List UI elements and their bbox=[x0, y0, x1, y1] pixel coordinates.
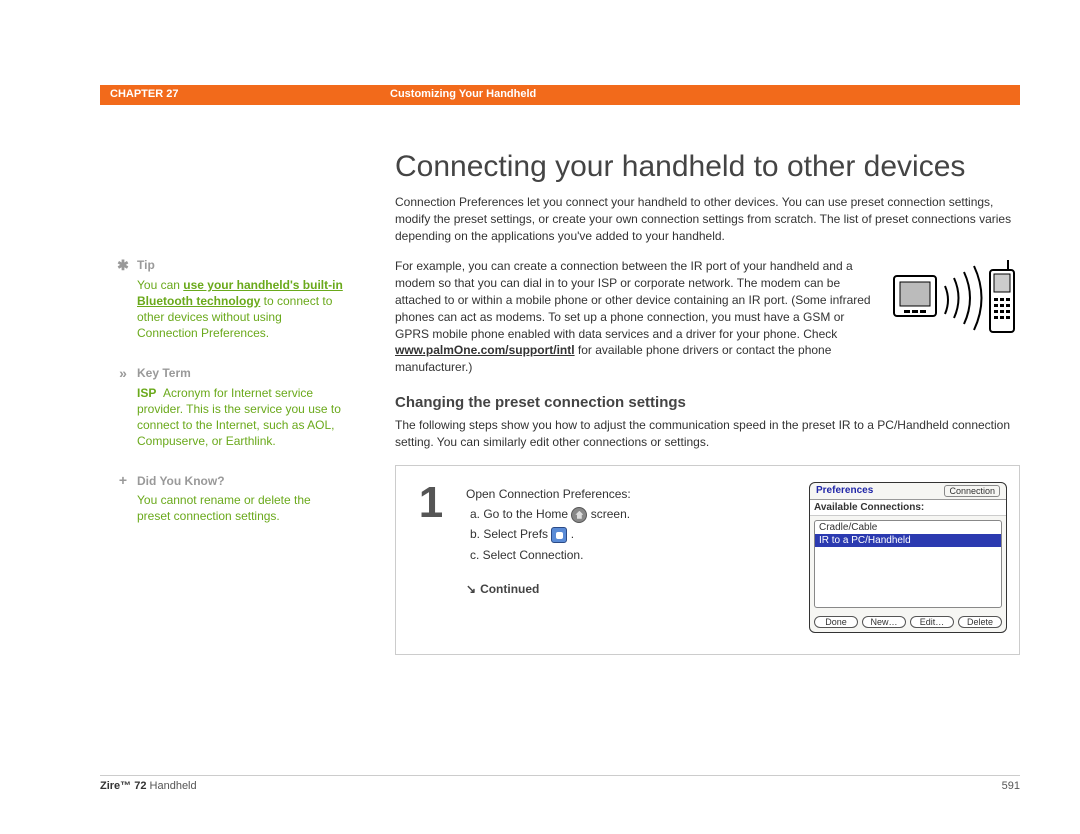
product-rest: Handheld bbox=[146, 780, 196, 792]
palm-titlebar: Preferences Connection bbox=[810, 483, 1006, 500]
step-instructions: Open Connection Preferences: a. Go to th… bbox=[466, 466, 809, 654]
keyterm-heading-label: Key Term bbox=[137, 365, 191, 381]
section-heading: Changing the preset connection settings bbox=[395, 394, 1020, 411]
chapter-header: CHAPTER 27 Customizing Your Handheld bbox=[100, 85, 1020, 105]
step-b: b. Select Prefs . bbox=[470, 524, 795, 544]
dyk-heading-label: Did You Know? bbox=[137, 473, 225, 489]
list-item-selected[interactable]: IR to a PC/Handheld bbox=[815, 534, 1001, 547]
example-paragraph: For example, you can create a connection… bbox=[395, 258, 872, 376]
page-footer: Zire™ 72 Handheld 591 bbox=[100, 775, 1020, 792]
step-number: 1 bbox=[396, 466, 466, 654]
plus-icon: + bbox=[115, 471, 131, 490]
intro-paragraph: Connection Preferences let you connect y… bbox=[395, 194, 1020, 244]
new-button[interactable]: New… bbox=[862, 616, 906, 628]
palm-screenshot: Preferences Connection Available Connect… bbox=[809, 466, 1019, 654]
step-lead: Open Connection Preferences: bbox=[466, 484, 795, 504]
tip-heading: ✱ Tip bbox=[115, 256, 345, 275]
done-button[interactable]: Done bbox=[814, 616, 858, 628]
dyk-body: You cannot rename or delete the preset c… bbox=[137, 492, 345, 524]
continued-text: Continued bbox=[480, 582, 539, 596]
palmone-link[interactable]: www.palmOne.com/support/intl bbox=[395, 343, 575, 357]
tip-body: You can use your handheld's built-in Blu… bbox=[137, 277, 345, 342]
product-name: Zire™ 72 Handheld bbox=[100, 780, 197, 792]
palm-connection-list[interactable]: Cradle/Cable IR to a PC/Handheld bbox=[814, 520, 1002, 608]
keyterm-definition: Acronym for Internet service provider. T… bbox=[137, 386, 341, 449]
keyterm-body: ISP Acronym for Internet service provide… bbox=[137, 385, 345, 450]
keyterm-term: ISP bbox=[137, 386, 156, 400]
example-before: For example, you can create a connection… bbox=[395, 259, 871, 340]
continued-arrow-icon: ↘ bbox=[466, 579, 476, 599]
page-number: 591 bbox=[1002, 780, 1020, 792]
tip-section: ✱ Tip You can use your handheld's built-… bbox=[115, 256, 345, 342]
example-row: For example, you can create a connection… bbox=[395, 258, 1020, 376]
step-box: 1 Open Connection Preferences: a. Go to … bbox=[395, 465, 1020, 655]
home-icon bbox=[571, 507, 587, 523]
edit-button[interactable]: Edit… bbox=[910, 616, 954, 628]
prefs-icon bbox=[551, 527, 567, 543]
ir-illustration bbox=[890, 258, 1020, 348]
palm-subheading: Available Connections: bbox=[810, 500, 1006, 516]
step-b-before: b. Select Prefs bbox=[470, 527, 551, 541]
palm-button-row: Done New… Edit… Delete bbox=[810, 612, 1006, 632]
asterisk-icon: ✱ bbox=[115, 256, 131, 275]
delete-button[interactable]: Delete bbox=[958, 616, 1002, 628]
step-a: a. Go to the Home screen. bbox=[470, 504, 795, 524]
step-a-after: screen. bbox=[591, 507, 630, 521]
chapter-title: Customizing Your Handheld bbox=[380, 85, 1020, 105]
palm-window: Preferences Connection Available Connect… bbox=[809, 482, 1007, 633]
main-content: Connecting your handheld to other device… bbox=[395, 150, 1020, 655]
palm-title-right[interactable]: Connection bbox=[944, 485, 1000, 497]
product-bold: Zire™ 72 bbox=[100, 780, 146, 792]
keyterm-section: » Key Term ISP Acronym for Internet serv… bbox=[115, 364, 345, 450]
section-intro: The following steps show you how to adju… bbox=[395, 417, 1020, 451]
dyk-heading: + Did You Know? bbox=[115, 471, 345, 490]
keyterm-heading: » Key Term bbox=[115, 364, 345, 383]
sidebar: ✱ Tip You can use your handheld's built-… bbox=[115, 256, 345, 547]
step-c: c. Select Connection. bbox=[470, 545, 795, 565]
continued-label: ↘ Continued bbox=[466, 579, 795, 599]
page-title: Connecting your handheld to other device… bbox=[395, 150, 1020, 184]
tip-heading-label: Tip bbox=[137, 257, 155, 273]
chevrons-icon: » bbox=[115, 364, 131, 383]
step-b-after: . bbox=[571, 527, 574, 541]
palm-title-left: Preferences bbox=[816, 485, 873, 497]
chapter-number: CHAPTER 27 bbox=[100, 85, 380, 105]
step-a-before: a. Go to the Home bbox=[470, 507, 571, 521]
tip-text-before: You can bbox=[137, 278, 183, 292]
dyk-section: + Did You Know? You cannot rename or del… bbox=[115, 471, 345, 524]
list-item[interactable]: Cradle/Cable bbox=[815, 521, 1001, 534]
